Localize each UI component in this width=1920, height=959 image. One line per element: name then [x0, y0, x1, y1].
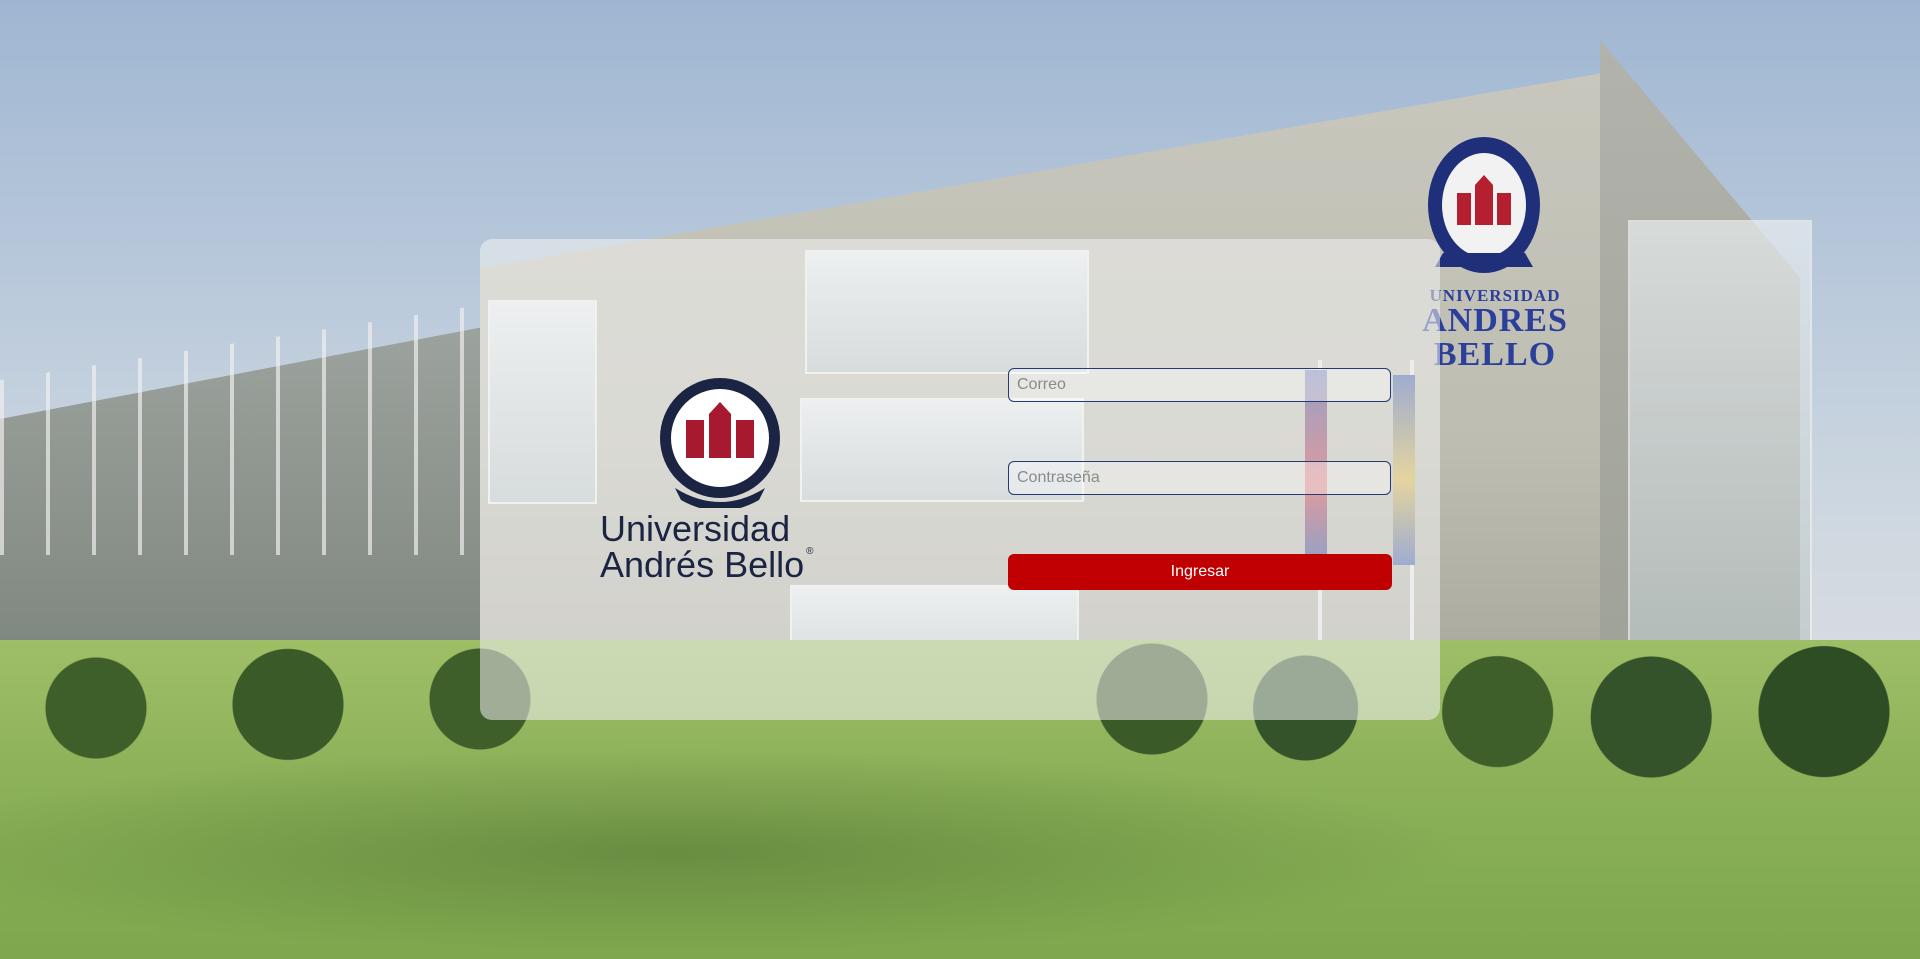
- password-field[interactable]: [1008, 461, 1391, 495]
- logo-name-line2: Andrés Bello: [600, 544, 805, 585]
- registered-mark: ®: [806, 546, 814, 557]
- wall-emblem-icon: [1428, 137, 1540, 273]
- email-field[interactable]: [1008, 368, 1391, 402]
- university-logo: Universidad Andrés Bello ®: [600, 376, 840, 583]
- login-button[interactable]: Ingresar: [1008, 554, 1392, 590]
- university-emblem-icon: [660, 378, 780, 508]
- logo-name-line1: Universidad: [600, 508, 791, 549]
- logo-wordmark: Universidad Andrés Bello ®: [600, 511, 840, 583]
